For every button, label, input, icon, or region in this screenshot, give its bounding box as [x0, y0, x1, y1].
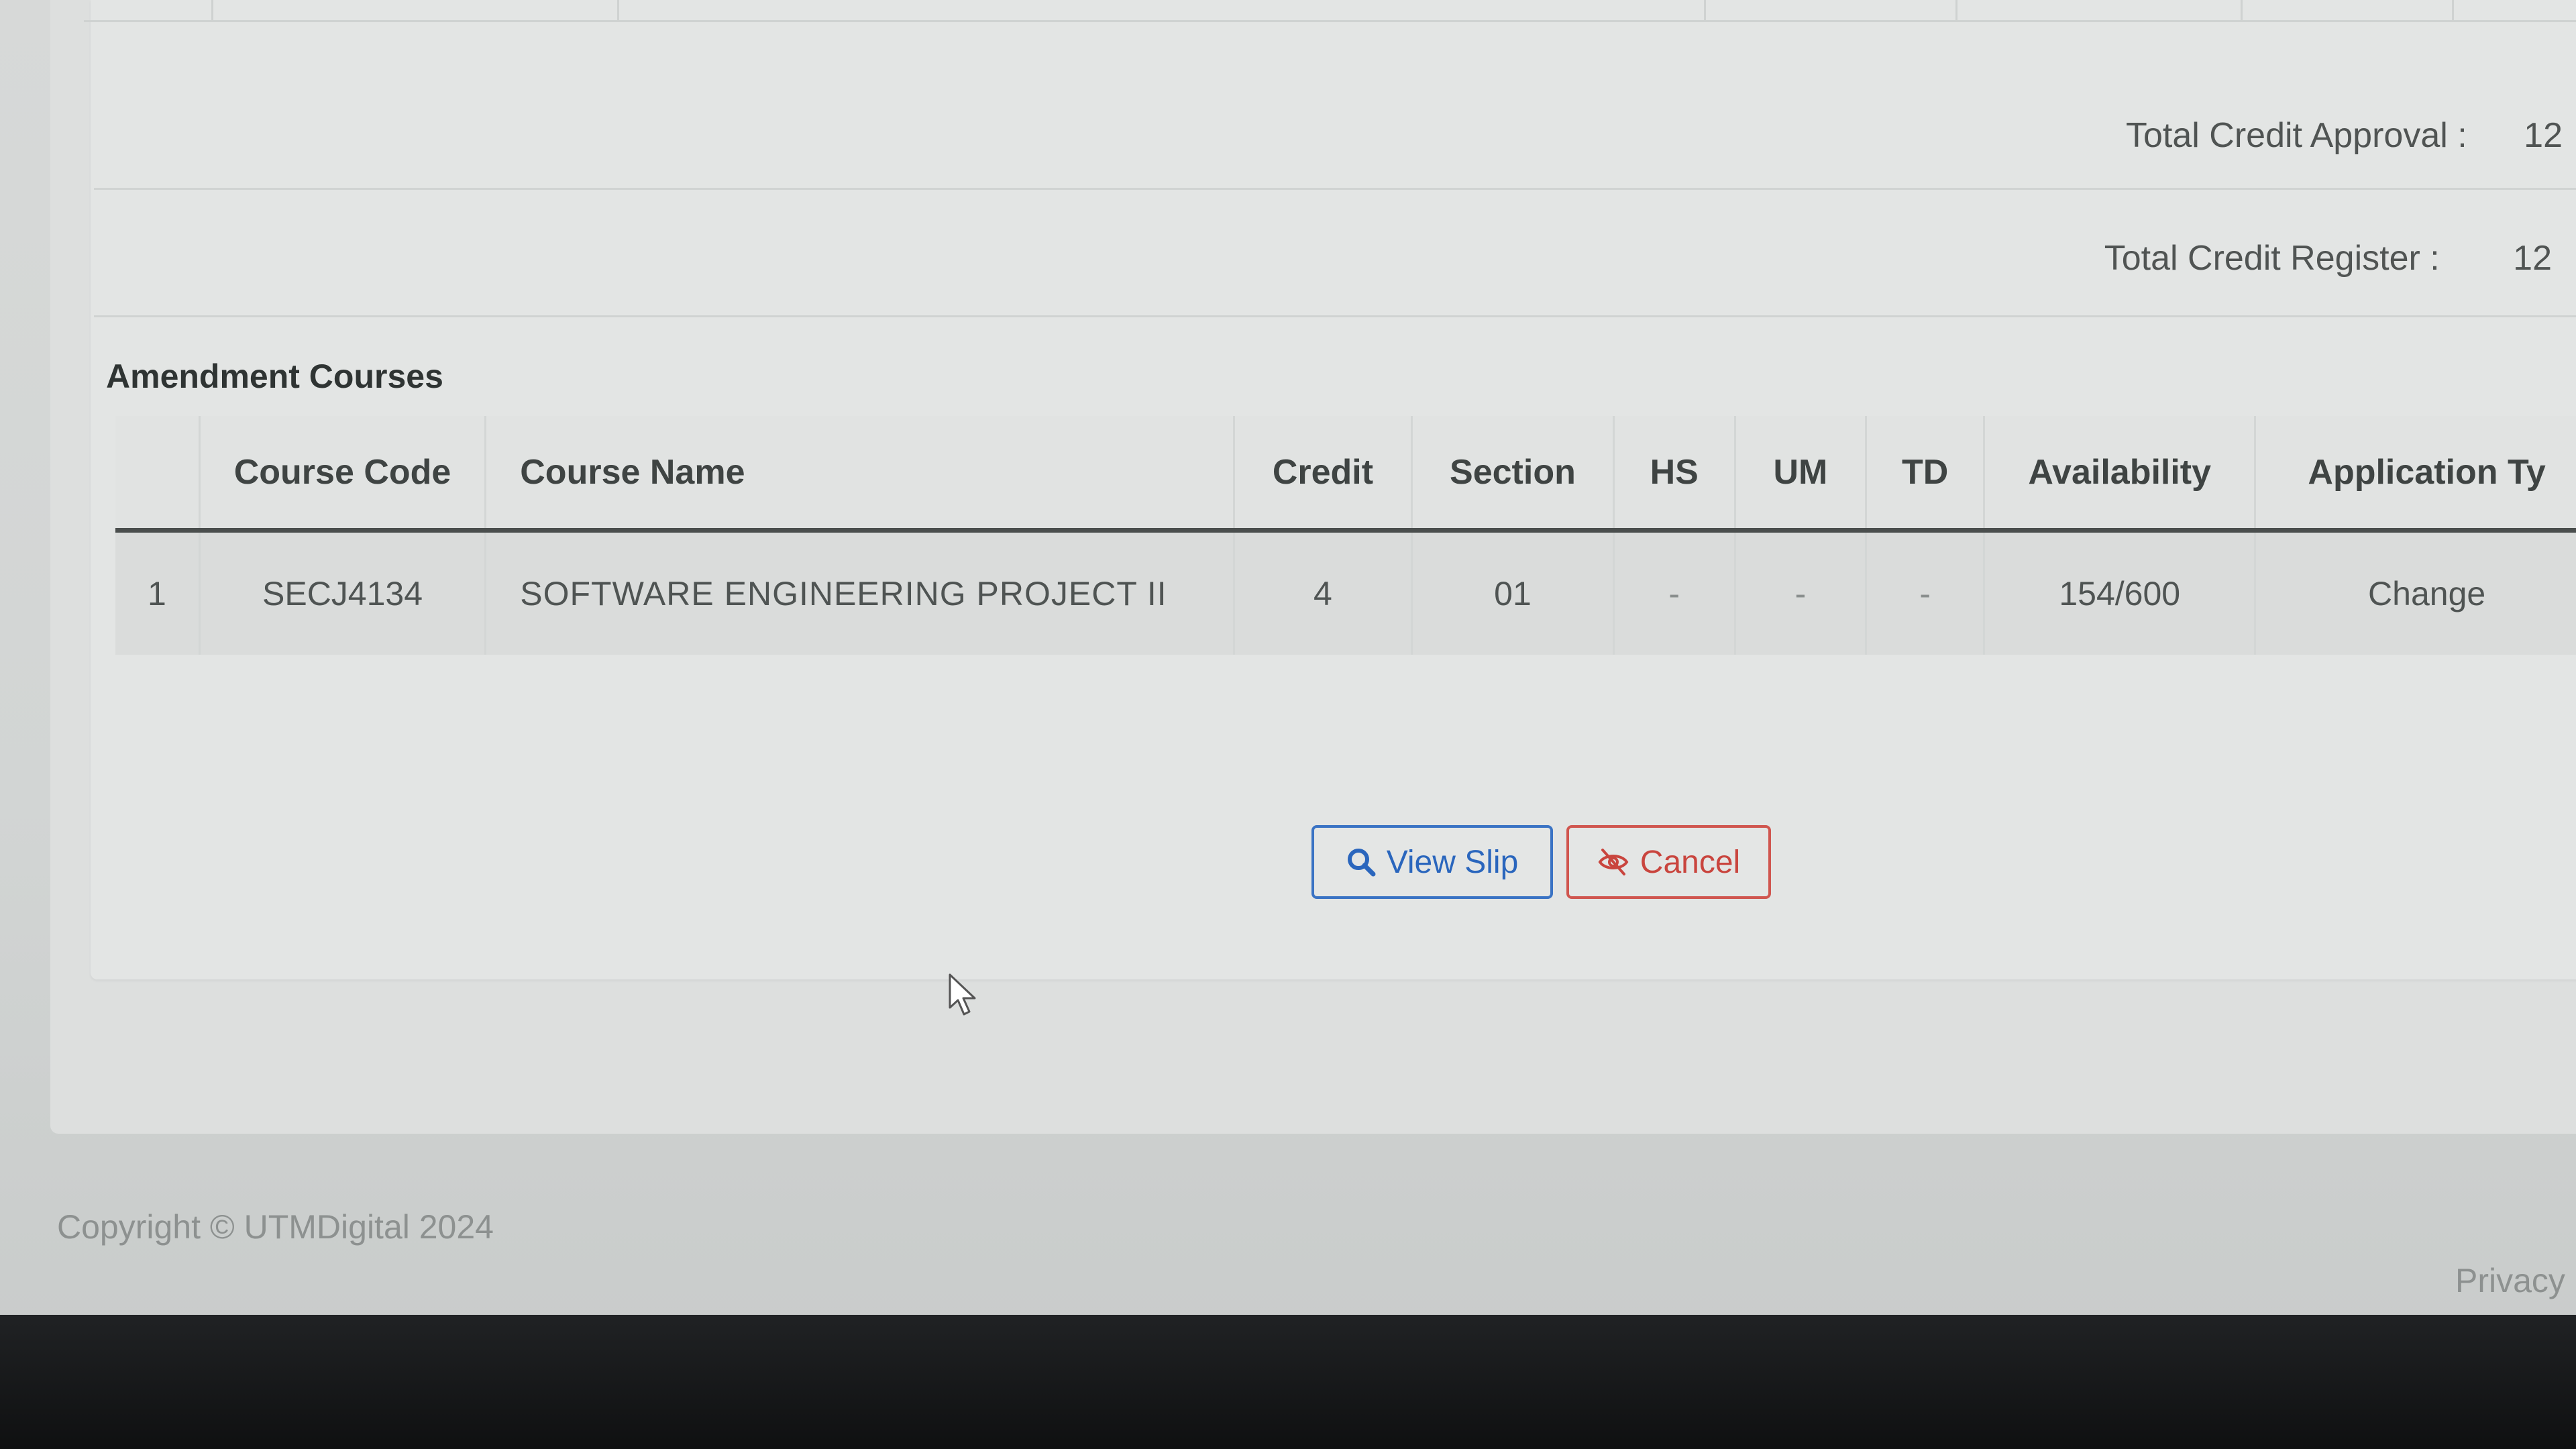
credit-register-value: 12	[2513, 239, 2552, 278]
cell-course-name: SOFTWARE ENGINEERING PROJECT II	[485, 530, 1235, 655]
col-header-credit: Credit	[1234, 416, 1413, 533]
table-top-edge	[84, 0, 2576, 22]
credit-approval-label: Total Credit Approval :	[2126, 116, 2467, 155]
cell-availability: 154/600	[1984, 530, 2257, 655]
col-header-availability: Availability	[1984, 416, 2257, 533]
amendment-table: Course Code Course Name Credit Section H…	[115, 416, 2576, 655]
col-header-no	[115, 416, 201, 533]
col-header-section: Section	[1411, 416, 1615, 533]
cell-hs: -	[1613, 530, 1736, 655]
credit-divider	[94, 188, 2576, 190]
cell-um: -	[1735, 530, 1868, 655]
monitor-bezel	[0, 1315, 2576, 1449]
cell-course-code: SECJ4134	[199, 530, 487, 655]
total-credit-approval: Total Credit Approval : 12	[2126, 115, 2563, 156]
cell-section: 01	[1411, 530, 1615, 655]
col-header-course-name: Course Name	[485, 416, 1235, 533]
cell-no: 1	[115, 530, 201, 655]
table-row: 1 SECJ4134 SOFTWARE ENGINEERING PROJECT …	[115, 530, 2576, 655]
screen: Total Credit Approval : 12 Total Credit …	[0, 0, 2576, 1335]
footer-copyright: Copyright © UTMDigital 2024	[57, 1208, 494, 1246]
cancel-button[interactable]: Cancel	[1566, 825, 1771, 899]
table-header-row: Course Code Course Name Credit Section H…	[115, 416, 2576, 533]
col-header-hs: HS	[1613, 416, 1736, 533]
cell-application-type: Change	[2255, 530, 2576, 655]
view-slip-button[interactable]: View Slip	[1311, 825, 1553, 899]
view-slip-label: View Slip	[1386, 844, 1519, 880]
cell-td: -	[1866, 530, 1986, 655]
credit-register-label: Total Credit Register :	[2104, 239, 2440, 278]
mouse-pointer-icon	[948, 973, 979, 1020]
footer-privacy-link[interactable]: Privacy	[2455, 1261, 2565, 1300]
col-header-course-code: Course Code	[199, 416, 487, 533]
col-header-td: TD	[1866, 416, 1986, 533]
cell-credit: 4	[1234, 530, 1413, 655]
search-icon	[1346, 847, 1376, 877]
credit-approval-value: 12	[2524, 116, 2563, 155]
col-header-um: UM	[1735, 416, 1868, 533]
credit-divider	[94, 315, 2576, 317]
section-title: Amendment Courses	[106, 358, 443, 395]
col-header-application-type: Application Ty	[2255, 416, 2576, 533]
cancel-label: Cancel	[1640, 844, 1741, 880]
total-credit-register: Total Credit Register : 12	[2104, 238, 2552, 278]
eye-slash-icon	[1597, 847, 1629, 877]
